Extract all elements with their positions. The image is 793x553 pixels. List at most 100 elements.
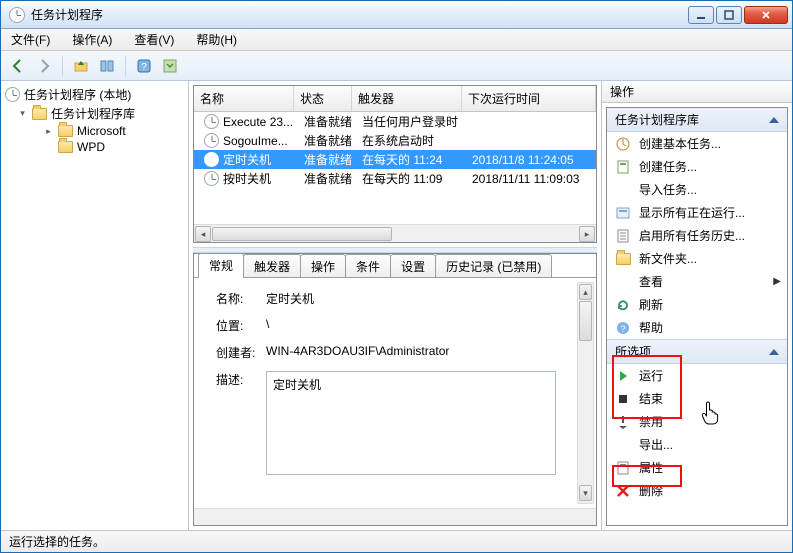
scroll-up-button[interactable]: ▴: [579, 284, 592, 300]
tree-microsoft[interactable]: ▸ Microsoft: [3, 123, 186, 139]
tab-settings[interactable]: 设置: [390, 254, 436, 278]
table-row[interactable]: Execute 23... 准备就绪 当任何用户登录时: [194, 112, 596, 131]
action-create-task[interactable]: 创建任务...: [607, 155, 787, 178]
action-new-folder[interactable]: 新文件夹...: [607, 247, 787, 270]
section-selected[interactable]: 所选项: [607, 339, 787, 364]
action-label: 属性: [639, 459, 663, 476]
tab-general[interactable]: 常规: [198, 253, 244, 278]
col-nextrun[interactable]: 下次运行时间: [462, 86, 596, 111]
horizontal-scrollbar[interactable]: [194, 508, 596, 525]
vertical-scrollbar[interactable]: ▴ ▾: [577, 282, 594, 504]
tree-panel: 任务计划程序 (本地) ▾ 任务计划程序库 ▸ Microsoft ▸ WPD: [1, 81, 189, 530]
main-content: 任务计划程序 (本地) ▾ 任务计划程序库 ▸ Microsoft ▸ WPD: [1, 81, 792, 530]
cell-name: SogouIme...: [223, 134, 288, 148]
table-row[interactable]: 按时关机 准备就绪 在每天的 11:09 2018/11/11 11:09:03: [194, 169, 596, 188]
menu-view[interactable]: 查看(V): [130, 29, 178, 50]
table-row[interactable]: SogouIme... 准备就绪 在系统启动时: [194, 131, 596, 150]
tree-library[interactable]: ▾ 任务计划程序库: [3, 104, 186, 123]
col-status[interactable]: 状态: [294, 86, 352, 111]
detail-tabs: 常规 触发器 操作 条件 设置 历史记录 (已禁用): [194, 254, 596, 278]
tree-library-label: 任务计划程序库: [51, 105, 135, 122]
action-create-basic-task[interactable]: 创建基本任务...: [607, 132, 787, 155]
cell-trigger: 在系统启动时: [356, 132, 466, 149]
col-name[interactable]: 名称: [194, 86, 294, 111]
cell-status: 准备就绪: [298, 170, 356, 187]
cell-name: 定时关机: [223, 153, 271, 167]
blank-icon: [615, 274, 631, 290]
scroll-right-button[interactable]: ▸: [579, 226, 595, 242]
cell-status: 准备就绪: [298, 132, 356, 149]
value-author: WIN-4AR3DOAU3IF\Administrator: [266, 344, 584, 358]
tab-actions[interactable]: 操作: [300, 254, 346, 278]
close-button[interactable]: [744, 6, 788, 24]
description-box[interactable]: 定时关机: [266, 371, 556, 475]
tree-wpd-label: WPD: [77, 140, 105, 154]
action-end[interactable]: 结束: [607, 387, 787, 410]
action-properties[interactable]: 属性: [607, 456, 787, 479]
play-icon: [615, 368, 631, 384]
nav-back-button[interactable]: [7, 55, 29, 77]
tree-wpd[interactable]: ▸ WPD: [3, 139, 186, 155]
maximize-button[interactable]: [716, 6, 742, 24]
action-run[interactable]: 运行: [607, 364, 787, 387]
cell-trigger: 当任何用户登录时: [356, 113, 466, 130]
scroll-down-button[interactable]: ▾: [579, 485, 592, 501]
scroll-thumb[interactable]: [579, 301, 592, 341]
action-show-running[interactable]: 显示所有正在运行...: [607, 201, 787, 224]
tab-history[interactable]: 历史记录 (已禁用): [435, 254, 552, 278]
help-icon: ?: [615, 320, 631, 336]
clock-icon: [204, 114, 219, 129]
up-folder-button[interactable]: [70, 55, 92, 77]
action-enable-history[interactable]: 启用所有任务历史...: [607, 224, 787, 247]
label-location: 位置:: [216, 317, 266, 334]
grid-header: 名称 状态 触发器 下次运行时间: [194, 86, 596, 112]
export-icon: [615, 437, 631, 453]
action-import-task[interactable]: 导入任务...: [607, 178, 787, 201]
actions-scroll: 任务计划程序库 创建基本任务... 创建任务... 导入任务...: [607, 108, 787, 525]
folder-icon: [32, 108, 47, 120]
tree-root-label: 任务计划程序 (本地): [24, 86, 131, 103]
action-label: 刷新: [639, 296, 663, 313]
collapse-arrow-icon: [769, 117, 779, 123]
tab-conditions[interactable]: 条件: [345, 254, 391, 278]
nav-forward-button[interactable]: [33, 55, 55, 77]
scroll-left-button[interactable]: ◂: [195, 226, 211, 242]
folder-icon: [58, 125, 73, 137]
action-view[interactable]: 查看 ▶: [607, 270, 787, 293]
app-icon: [9, 7, 25, 23]
action-refresh[interactable]: 刷新: [607, 293, 787, 316]
action-label: 帮助: [639, 319, 663, 336]
cell-next: 2018/11/8 11:24:05: [466, 153, 596, 167]
toolbar-separator: [62, 56, 63, 76]
expander-icon[interactable]: ▾: [17, 108, 28, 119]
section-library[interactable]: 任务计划程序库: [607, 108, 787, 132]
action-export[interactable]: 导出...: [607, 433, 787, 456]
svg-text:?: ?: [620, 324, 625, 334]
import-icon: [615, 182, 631, 198]
scroll-thumb[interactable]: [212, 227, 392, 241]
menu-file[interactable]: 文件(F): [7, 29, 54, 50]
view-panels-button[interactable]: [96, 55, 118, 77]
tab-triggers[interactable]: 触发器: [243, 254, 301, 278]
actions-panel: 操作 任务计划程序库 创建基本任务... 创建任务...: [602, 81, 792, 530]
refresh-button[interactable]: [159, 55, 181, 77]
expander-icon[interactable]: ▸: [43, 126, 54, 137]
action-delete[interactable]: 删除: [607, 479, 787, 502]
menu-help[interactable]: 帮助(H): [192, 29, 241, 50]
menu-action[interactable]: 操作(A): [68, 29, 116, 50]
cell-trigger: 在每天的 11:09: [356, 170, 466, 187]
action-label: 结束: [639, 390, 663, 407]
tree-root[interactable]: 任务计划程序 (本地): [3, 85, 186, 104]
task-icon: [615, 159, 631, 175]
minimize-button[interactable]: [688, 6, 714, 24]
action-disable[interactable]: 禁用: [607, 410, 787, 433]
delete-icon: [615, 483, 631, 499]
title-bar: 任务计划程序: [1, 1, 792, 29]
menu-bar: 文件(F) 操作(A) 查看(V) 帮助(H): [1, 29, 792, 51]
action-help[interactable]: ? 帮助: [607, 316, 787, 339]
svg-text:?: ?: [141, 62, 147, 73]
horizontal-scrollbar[interactable]: ◂ ▸: [194, 224, 596, 242]
col-trigger[interactable]: 触发器: [352, 86, 462, 111]
help-button[interactable]: ?: [133, 55, 155, 77]
table-row-selected[interactable]: 定时关机 准备就绪 在每天的 11:24 2018/11/8 11:24:05: [194, 150, 596, 169]
